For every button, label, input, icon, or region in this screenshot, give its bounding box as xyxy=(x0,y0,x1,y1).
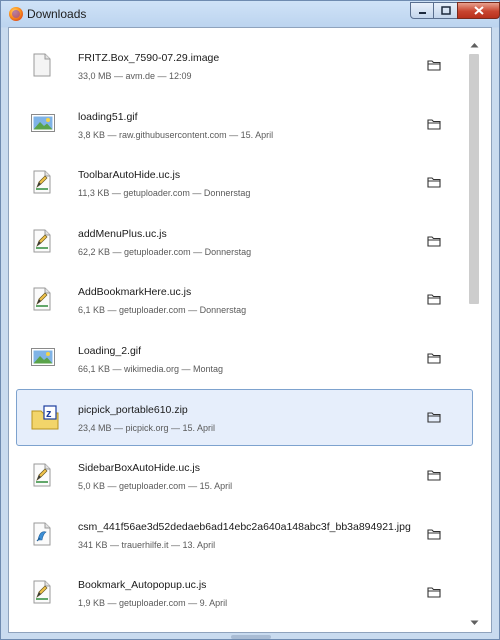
download-details: 23,4 MB — picpick.org — 15. April xyxy=(78,422,216,433)
download-item[interactable]: Loading_2.gif 66,1 KB — wikimedia.org — … xyxy=(16,330,473,387)
download-filename: Loading_2.gif xyxy=(78,344,142,357)
download-filename: addMenuPlus.uc.js xyxy=(78,227,167,240)
maximize-icon xyxy=(440,6,451,15)
downloads-window: Downloads FRITZ.Box_7590-07.29.image 33,… xyxy=(0,0,500,640)
download-filename: loading51.gif xyxy=(78,110,138,123)
firefox-icon xyxy=(9,7,23,21)
image-file-icon xyxy=(31,346,55,370)
script-file-icon xyxy=(31,287,53,311)
script-file-icon xyxy=(31,229,53,253)
jpg-file-icon xyxy=(31,522,53,546)
open-folder-button[interactable] xyxy=(427,351,441,364)
open-folder-button[interactable] xyxy=(427,585,441,598)
downloads-panel: FRITZ.Box_7590-07.29.image 33,0 MB — avm… xyxy=(8,27,492,633)
download-item[interactable]: SidebarBoxAutoHide.uc.js 5,0 KB — getupl… xyxy=(16,447,473,504)
download-details: 62,2 KB — getuploader.com — Donnerstag xyxy=(78,246,252,257)
open-folder-button[interactable] xyxy=(427,117,441,130)
download-details: 3,8 KB — raw.githubusercontent.com — 15.… xyxy=(78,129,274,140)
download-details: 341 KB — trauerhilfe.it — 13. April xyxy=(78,539,216,550)
window-title: Downloads xyxy=(27,7,87,21)
download-filename: SidebarBoxAutoHide.uc.js xyxy=(78,462,200,475)
zip-archive-icon: z xyxy=(31,404,59,430)
download-details: 1,9 KB — getuploader.com — 9. April xyxy=(78,598,228,609)
download-filename: Bookmark_Autopopup.uc.js xyxy=(78,579,207,592)
download-filename: picpick_portable610.zip xyxy=(78,403,188,416)
open-folder-button[interactable] xyxy=(427,527,441,540)
download-item[interactable]: FRITZ.Box_7590-07.29.image 33,0 MB — avm… xyxy=(16,37,473,94)
close-icon xyxy=(473,6,484,15)
download-item[interactable]: csm_441f56ae3d52dedaeb6ad14ebc2a640a148a… xyxy=(16,506,473,563)
minimize-icon xyxy=(418,12,426,14)
folder-icon xyxy=(427,412,441,423)
scroll-up-icon[interactable] xyxy=(470,42,479,48)
download-filename: AddBookmarkHere.uc.js xyxy=(78,286,192,299)
script-file-icon xyxy=(31,580,53,604)
minimize-button[interactable] xyxy=(410,2,434,19)
open-folder-button[interactable] xyxy=(427,410,441,423)
folder-icon xyxy=(427,119,441,130)
scrollbar-thumb[interactable] xyxy=(469,54,479,304)
folder-icon xyxy=(427,294,441,305)
open-folder-button[interactable] xyxy=(427,175,441,188)
download-item[interactable]: ToolbarAutoHide.uc.js 11,3 KB — getuploa… xyxy=(16,154,473,211)
open-folder-button[interactable] xyxy=(427,468,441,481)
download-details: 11,3 KB — getuploader.com — Donnerstag xyxy=(78,188,251,199)
download-filename: csm_441f56ae3d52dedaeb6ad14ebc2a640a148a… xyxy=(78,520,411,533)
folder-icon xyxy=(427,236,441,247)
folder-icon xyxy=(427,587,441,598)
download-item[interactable]: AddBookmarkHere.uc.js 6,1 KB — getupload… xyxy=(16,271,473,328)
download-item[interactable]: addMenuPlus.uc.js 62,2 KB — getuploader.… xyxy=(16,213,473,270)
open-folder-button[interactable] xyxy=(427,234,441,247)
image-file-icon xyxy=(31,112,55,136)
download-item[interactable]: loading51.gif 3,8 KB — raw.githubusercon… xyxy=(16,96,473,153)
scroll-down-icon[interactable] xyxy=(470,620,479,626)
download-details: 6,1 KB — getuploader.com — Donnerstag xyxy=(78,305,247,316)
script-file-icon xyxy=(31,170,53,194)
folder-icon xyxy=(427,470,441,481)
script-file-icon xyxy=(31,463,53,487)
download-details: 33,0 MB — avm.de — 12:09 xyxy=(78,71,192,81)
open-folder-button[interactable] xyxy=(427,292,441,305)
folder-icon xyxy=(427,353,441,364)
blank-file-icon xyxy=(31,53,53,77)
folder-icon xyxy=(427,177,441,188)
download-details: 5,0 KB — getuploader.com — 15. April xyxy=(78,481,233,492)
download-filename: FRITZ.Box_7590-07.29.image xyxy=(78,52,220,64)
svg-text:z: z xyxy=(46,408,52,420)
download-item[interactable]: z picpick_portable610.zip 23,4 MB — picp… xyxy=(16,388,473,446)
title-bar[interactable]: Downloads xyxy=(1,1,500,27)
close-button[interactable] xyxy=(457,2,500,19)
maximize-button[interactable] xyxy=(433,2,458,19)
download-item[interactable]: Bookmark_Autopopup.uc.js 1,9 KB — getupl… xyxy=(16,564,473,621)
download-filename: ToolbarAutoHide.uc.js xyxy=(78,169,181,182)
download-details: 66,1 KB — wikimedia.org — Montag xyxy=(78,363,224,374)
folder-icon xyxy=(427,60,441,71)
resize-grip xyxy=(231,635,271,639)
download-list: FRITZ.Box_7590-07.29.image 33,0 MB — avm… xyxy=(16,37,473,623)
folder-icon xyxy=(427,529,441,540)
vertical-scrollbar[interactable] xyxy=(467,40,482,632)
open-folder-button[interactable] xyxy=(427,58,441,71)
